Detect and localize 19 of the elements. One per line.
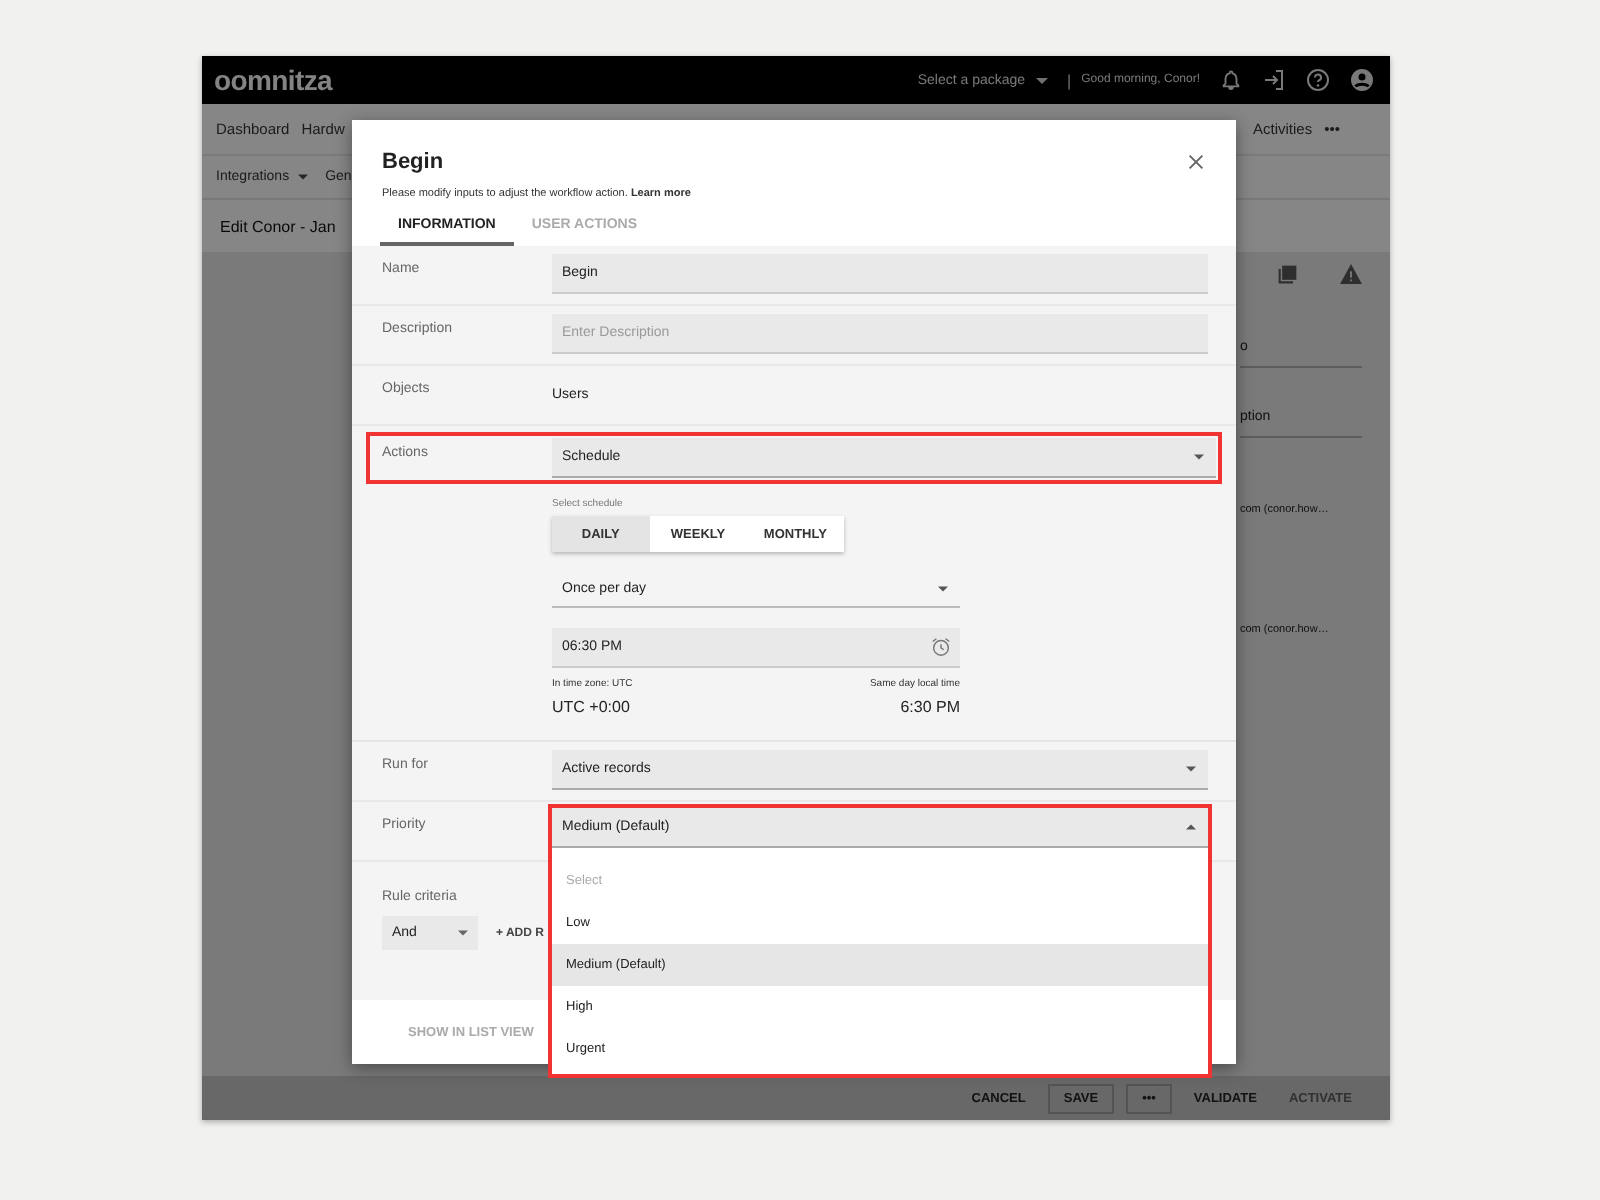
header-separator: | (1067, 71, 1072, 89)
app-logo: oomnitza (214, 64, 333, 96)
dialog-title: Begin (382, 149, 444, 173)
account-icon[interactable] (1350, 68, 1374, 92)
caret-icon (458, 930, 468, 936)
alarm-clock-icon[interactable] (930, 636, 952, 658)
help-icon[interactable] (1306, 68, 1330, 92)
caret-icon (1186, 766, 1196, 772)
caret-icon (1194, 454, 1204, 460)
timezone-value: UTC +0:00 (552, 698, 632, 716)
sign-in-icon[interactable] (1262, 68, 1286, 92)
caret-icon (297, 174, 308, 180)
warning-icon[interactable] (1340, 264, 1362, 284)
caret-icon (1186, 824, 1196, 830)
caret-icon (938, 585, 948, 591)
bell-icon[interactable] (1220, 68, 1242, 92)
local-time-value: 6:30 PM (900, 698, 960, 716)
close-icon[interactable] (1188, 153, 1204, 169)
caret-icon (1035, 77, 1048, 83)
